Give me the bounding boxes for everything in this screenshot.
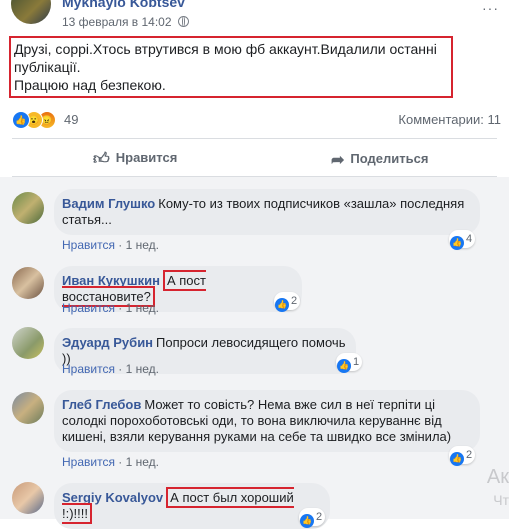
commenter-name[interactable]: Вадим Глушко (62, 196, 155, 211)
commenter-avatar[interactable] (12, 267, 44, 299)
comment-time[interactable]: · 1 нед. (118, 362, 159, 376)
like-mini-icon: 👍 (337, 359, 351, 373)
post-text: Друзі, соррі.Хтось втрутився в мою фб ак… (9, 36, 453, 98)
comment-bubble: Sergiy Kovalyov А пост был хороший !:)!!!… (54, 483, 330, 529)
comment-bubble: Вадим Глушко Кому-то из твоих подписчиков… (54, 189, 480, 235)
post-text-line: Друзі, соррі.Хтось втрутився в мою фб ак… (14, 41, 437, 57)
author-name[interactable]: Mykhaylo Kobtsev (62, 0, 185, 10)
comment-reaction-count: 2 (316, 511, 323, 523)
post-text-line: Працюю над безпекою. (14, 77, 166, 93)
like-mini-icon: 👍 (275, 298, 289, 312)
share-icon: ➦ (331, 152, 345, 169)
post-text-line: публікації. (14, 59, 81, 75)
like-button[interactable]: 👍︎ Нравится (93, 150, 177, 169)
share-label: Поделиться (350, 151, 429, 166)
share-button[interactable]: ➦ Поделиться (331, 150, 428, 170)
more-options-icon[interactable]: ··· (482, 0, 499, 16)
comment-reaction-count: 2 (466, 449, 473, 461)
commenter-name[interactable]: Глеб Глебов (62, 397, 141, 412)
commenter-avatar[interactable] (12, 192, 44, 224)
comment-time[interactable]: · 1 нед. (118, 455, 159, 469)
comment-reactions[interactable]: 👍 1 (336, 353, 363, 373)
comment-like-link[interactable]: Нравится (62, 362, 115, 376)
facebook-post: Mykhaylo Kobtsev 13 февраля в 14:02 ··· … (0, 0, 509, 529)
watermark-text: Ак (486, 466, 509, 488)
comment-time[interactable]: · 1 нед. (118, 301, 159, 315)
comment-reactions[interactable]: 👍 2 (299, 508, 326, 528)
comment-reaction-count: 4 (466, 233, 473, 245)
commenter-name[interactable]: Эдуард Рубин (62, 335, 153, 350)
post-meta: 13 февраля в 14:02 (62, 15, 189, 29)
comment-bubble: Глеб Глебов Может то совість? Нема вже си… (54, 390, 480, 452)
comment-reaction-count: 1 (353, 356, 360, 368)
commenter-avatar[interactable] (12, 327, 44, 359)
comment-like-link[interactable]: Нравится (62, 301, 115, 315)
thumbs-up-icon: 👍︎ (93, 151, 110, 168)
comment-time[interactable]: · 1 нед. (118, 238, 159, 252)
comment-meta: Нравится · 1 нед. (62, 301, 159, 315)
comment-reactions[interactable]: 👍 4 (449, 230, 476, 250)
comment-meta: Нравится · 1 нед. (62, 455, 159, 469)
like-mini-icon: 👍 (300, 514, 314, 528)
watermark-text: Чт (493, 492, 509, 508)
author-avatar[interactable] (11, 0, 51, 24)
reaction-count[interactable]: 49 (64, 112, 78, 127)
comment-meta: Нравится · 1 нед. (62, 362, 159, 376)
like-reaction-icon: 👍 (12, 111, 30, 129)
divider (12, 138, 497, 139)
post-date[interactable]: 13 февраля в 14:02 (62, 15, 172, 29)
comment-reaction-count: 2 (291, 295, 298, 307)
comment-reactions[interactable]: 👍 2 (449, 446, 476, 466)
comment-meta: Нравится · 1 нед. (62, 238, 159, 252)
like-label: Нравится (115, 150, 178, 165)
commenter-avatar[interactable] (12, 482, 44, 514)
like-mini-icon: 👍 (450, 236, 464, 250)
like-mini-icon: 👍 (450, 452, 464, 466)
comment-count[interactable]: Комментарии: 11 (398, 112, 501, 127)
comment-like-link[interactable]: Нравится (62, 455, 115, 469)
comment-like-link[interactable]: Нравится (62, 238, 115, 252)
commenter-avatar[interactable] (12, 392, 44, 424)
comment-reactions[interactable]: 👍 2 (274, 292, 301, 312)
globe-icon (177, 16, 189, 27)
